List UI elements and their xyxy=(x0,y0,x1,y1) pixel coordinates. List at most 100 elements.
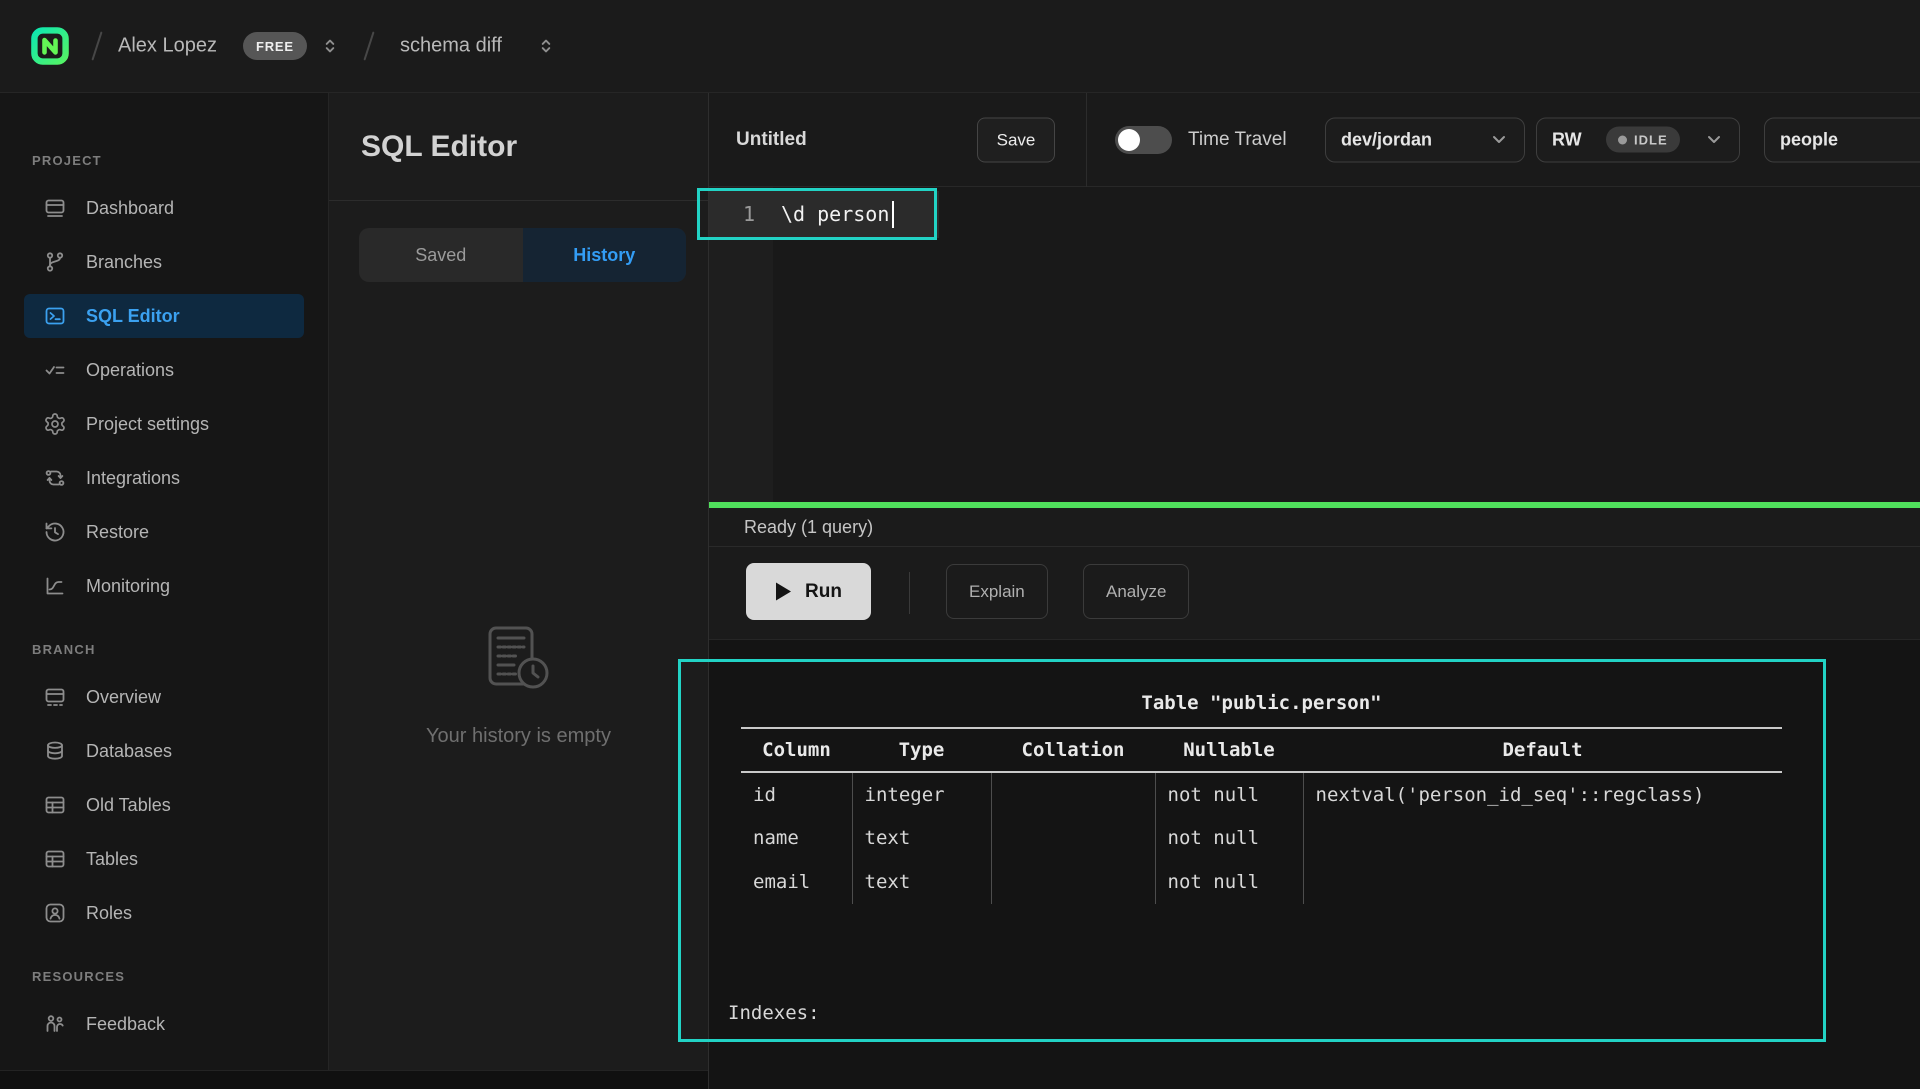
sidebar-item-dashboard[interactable]: Dashboard xyxy=(24,186,304,230)
chevron-down-icon xyxy=(1489,130,1509,150)
overview-icon xyxy=(43,685,67,709)
sidebar-item-label: Databases xyxy=(86,741,172,762)
table-cell: not null xyxy=(1155,860,1303,904)
org-breadcrumb[interactable]: Alex Lopez xyxy=(118,35,217,58)
toggle-knob xyxy=(1118,129,1140,151)
sidebar-item-label: Overview xyxy=(86,687,161,708)
analyze-button[interactable]: Analyze xyxy=(1083,564,1189,619)
table-cell xyxy=(991,816,1155,860)
tab-saved[interactable]: Saved xyxy=(359,228,523,282)
neon-logo-icon[interactable] xyxy=(28,24,72,68)
column-header: Default xyxy=(1303,728,1782,772)
panel-header: SQL Editor xyxy=(329,93,708,201)
table-cell xyxy=(1303,816,1782,860)
sidebar-item-label: Project settings xyxy=(86,414,209,435)
history-empty-text: Your history is empty xyxy=(426,725,611,748)
status-dot-icon xyxy=(1618,135,1627,144)
sidebar-item-overview[interactable]: Overview xyxy=(24,675,304,719)
results-panel: Table "public.person" Column Type Collat… xyxy=(709,640,1920,1089)
table-cell: not null xyxy=(1155,772,1303,816)
branch-select[interactable]: dev/jordan xyxy=(1325,117,1525,162)
sidebar-item-label: Restore xyxy=(86,522,149,543)
topbar: Alex Lopez FREE schema diff xyxy=(0,0,1920,93)
sidebar-item-project-settings[interactable]: Project settings xyxy=(24,402,304,446)
toolbar-divider xyxy=(909,572,910,614)
sidebar-item-sql-editor[interactable]: SQL Editor xyxy=(24,294,304,338)
column-header: Column xyxy=(741,728,852,772)
integrations-icon xyxy=(43,466,67,490)
database-select[interactable]: people xyxy=(1764,117,1920,162)
bottom-edge xyxy=(0,1070,708,1089)
explain-button[interactable]: Explain xyxy=(946,564,1048,619)
restore-clock-icon xyxy=(43,520,67,544)
sidebar-item-restore[interactable]: Restore xyxy=(24,510,304,554)
table-row: email text not null xyxy=(741,860,1782,904)
time-travel-toggle[interactable] xyxy=(1115,126,1172,154)
section-label-resources: RESOURCES xyxy=(32,969,328,984)
sidebar-item-feedback[interactable]: Feedback xyxy=(24,1002,304,1046)
sidebar-item-roles[interactable]: Roles xyxy=(24,891,304,935)
table-icon xyxy=(43,793,67,817)
sidebar-item-integrations[interactable]: Integrations xyxy=(24,456,304,500)
sql-editor-icon xyxy=(43,304,67,328)
sidebar-item-operations[interactable]: Operations xyxy=(24,348,304,392)
compute-select[interactable]: RW IDLE xyxy=(1536,117,1740,162)
project-selector-chevrons-icon[interactable] xyxy=(536,36,556,56)
results-table-block: Table "public.person" Column Type Collat… xyxy=(741,690,1782,904)
run-button[interactable]: Run xyxy=(746,563,871,620)
operations-icon xyxy=(43,358,67,382)
table-cell xyxy=(1303,860,1782,904)
table-row: id integer not null nextval('person_id_s… xyxy=(741,772,1782,816)
run-label: Run xyxy=(805,581,842,603)
code-editor[interactable]: 1 \d person xyxy=(709,187,1920,502)
table-cell: integer xyxy=(852,772,991,816)
compute-status-text: IDLE xyxy=(1634,132,1668,147)
dashboard-icon xyxy=(43,196,67,220)
table-cell: email xyxy=(741,860,852,904)
query-panel: Untitled Save Time Travel dev/jordan RW … xyxy=(708,93,1920,1089)
sidebar-item-label: Roles xyxy=(86,903,132,924)
results-table-title: Table "public.person" xyxy=(741,690,1782,716)
section-label-branch: BRANCH xyxy=(32,642,328,657)
indexes-label: Indexes: xyxy=(728,994,1357,1032)
line-number: 1 xyxy=(709,191,755,238)
sidebar-item-tables[interactable]: Tables xyxy=(24,837,304,881)
sidebar-item-branches[interactable]: Branches xyxy=(24,240,304,284)
sidebar-item-old-tables[interactable]: Old Tables xyxy=(24,783,304,827)
section-label-project: PROJECT xyxy=(32,153,328,168)
history-empty-state: Your history is empty xyxy=(329,625,708,748)
project-breadcrumb[interactable]: schema diff xyxy=(400,35,502,58)
tab-history[interactable]: History xyxy=(523,228,687,282)
monitoring-chart-icon xyxy=(43,574,67,598)
sql-editor-panel: SQL Editor Saved History Your history is… xyxy=(328,93,708,1089)
sidebar-item-label: Tables xyxy=(86,849,138,870)
sidebar-item-label: Old Tables xyxy=(86,795,171,816)
feedback-people-icon xyxy=(43,1012,67,1036)
table-icon xyxy=(43,847,67,871)
sidebar-item-label: SQL Editor xyxy=(86,306,180,327)
compute-status-badge: IDLE xyxy=(1606,127,1680,153)
table-cell: id xyxy=(741,772,852,816)
query-tab-title[interactable]: Untitled xyxy=(736,129,807,151)
indexes-block: Indexes: "person_pkey" PRIMARY KEY, btre… xyxy=(728,918,1357,1089)
results-table: Column Type Collation Nullable Default i… xyxy=(741,727,1782,904)
table-cell: name xyxy=(741,816,852,860)
column-header: Nullable xyxy=(1155,728,1303,772)
save-button[interactable]: Save xyxy=(977,117,1055,162)
gear-icon xyxy=(43,412,67,436)
table-cell: not null xyxy=(1155,816,1303,860)
neon-console: Alex Lopez FREE schema diff PROJECT Dash… xyxy=(0,0,1920,1089)
plan-badge: FREE xyxy=(243,32,307,60)
saved-history-tabs: Saved History xyxy=(359,228,686,282)
column-header: Type xyxy=(852,728,991,772)
table-header-row: Column Type Collation Nullable Default xyxy=(741,728,1782,772)
code-line[interactable]: \d person xyxy=(781,191,889,238)
sidebar-item-databases[interactable]: Databases xyxy=(24,729,304,773)
compute-select-value: RW xyxy=(1552,129,1582,150)
time-travel-label: Time Travel xyxy=(1188,129,1287,151)
query-header: Untitled Save Time Travel dev/jordan RW … xyxy=(709,93,1920,187)
sidebar: PROJECT Dashboard Branches SQL Editor Op… xyxy=(0,93,328,1070)
sidebar-item-monitoring[interactable]: Monitoring xyxy=(24,564,304,608)
org-selector-chevrons-icon[interactable] xyxy=(320,36,340,56)
breadcrumb-slash-icon xyxy=(91,31,102,60)
